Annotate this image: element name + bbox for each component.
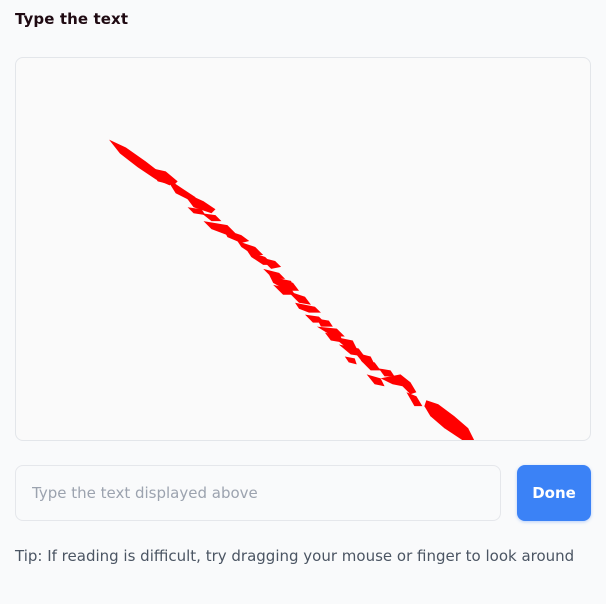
captcha-stroke	[316, 318, 333, 327]
captcha-stroke	[378, 368, 395, 377]
captcha-stroke	[287, 290, 311, 305]
captcha-stroke	[366, 374, 385, 387]
captcha-stroke	[223, 229, 250, 244]
tip-text: Tip: If reading is difficult, try draggi…	[15, 547, 575, 565]
captcha-glyphs	[109, 139, 475, 440]
done-button[interactable]: Done	[517, 465, 591, 521]
page-title: Type the text	[15, 10, 129, 28]
captcha-stroke	[201, 213, 222, 222]
answer-field-wrapper	[15, 465, 501, 521]
captcha-distorted-text	[109, 139, 475, 440]
captcha-stroke	[295, 302, 321, 313]
captcha-image-panel[interactable]	[15, 57, 591, 441]
captcha-stroke	[380, 374, 417, 395]
captcha-stroke	[344, 356, 357, 365]
captcha-page: Type the text Type the text displayed ab…	[0, 0, 606, 604]
captcha-stroke	[424, 400, 475, 440]
captcha-answer-input[interactable]	[16, 466, 500, 520]
captcha-stroke	[360, 360, 381, 371]
captcha-stroke	[406, 392, 423, 407]
